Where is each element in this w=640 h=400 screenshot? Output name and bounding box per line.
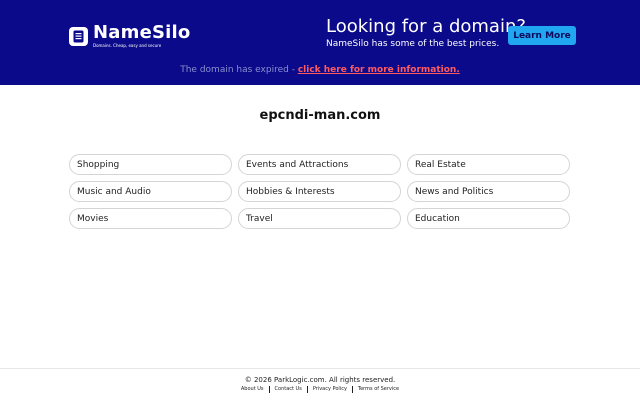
footer-separator bbox=[306, 386, 308, 393]
category-news-and-politics[interactable]: News and Politics bbox=[407, 181, 570, 202]
footer-link-privacy-policy[interactable]: Privacy Policy bbox=[313, 386, 347, 392]
category-music-and-audio[interactable]: Music and Audio bbox=[69, 181, 232, 202]
header-banner: NameSilo Domains. Cheap, easy and secure… bbox=[0, 0, 640, 85]
promo-headline: Looking for a domain? bbox=[326, 16, 526, 37]
footer-link-contact-us[interactable]: Contact Us bbox=[275, 386, 302, 392]
category-events-and-attractions[interactable]: Events and Attractions bbox=[238, 154, 401, 175]
footer-links: About Us Contact Us Privacy Policy Terms of… bbox=[0, 386, 640, 394]
category-hobbies-and-interests[interactable]: Hobbies & Interests bbox=[238, 181, 401, 202]
category-movies[interactable]: Movies bbox=[69, 208, 232, 229]
category-grid: Shopping Events and Attractions Real Est… bbox=[69, 154, 571, 229]
expired-notice: The domain has expired - click here for … bbox=[0, 64, 640, 76]
document-icon bbox=[69, 27, 88, 46]
logo-name: NameSilo bbox=[93, 22, 191, 43]
logo-tagline: Domains. Cheap, easy and secure bbox=[93, 43, 162, 48]
category-travel[interactable]: Travel bbox=[238, 208, 401, 229]
namesilo-logo[interactable]: NameSilo Domains. Cheap, easy and secure bbox=[69, 24, 190, 49]
footer-link-about-us[interactable]: About Us bbox=[241, 386, 264, 392]
footer-divider bbox=[0, 368, 640, 369]
category-education[interactable]: Education bbox=[407, 208, 570, 229]
domain-title: epcndi-man.com bbox=[259, 108, 381, 123]
promo-subline: NameSilo has some of the best prices. bbox=[326, 39, 500, 49]
footer-copyright: © 2026 ParkLogic.com. All rights reserve… bbox=[244, 376, 396, 384]
category-shopping[interactable]: Shopping bbox=[69, 154, 232, 175]
category-real-estate[interactable]: Real Estate bbox=[407, 154, 570, 175]
footer-separator bbox=[268, 386, 270, 393]
expired-text: The domain has expired - bbox=[180, 65, 298, 75]
footer-separator bbox=[351, 386, 353, 393]
more-info-link[interactable]: click here for more information. bbox=[298, 65, 460, 75]
footer-link-terms-of-service[interactable]: Terms of Service bbox=[358, 386, 399, 392]
learn-more-button[interactable]: Learn More bbox=[508, 26, 576, 45]
